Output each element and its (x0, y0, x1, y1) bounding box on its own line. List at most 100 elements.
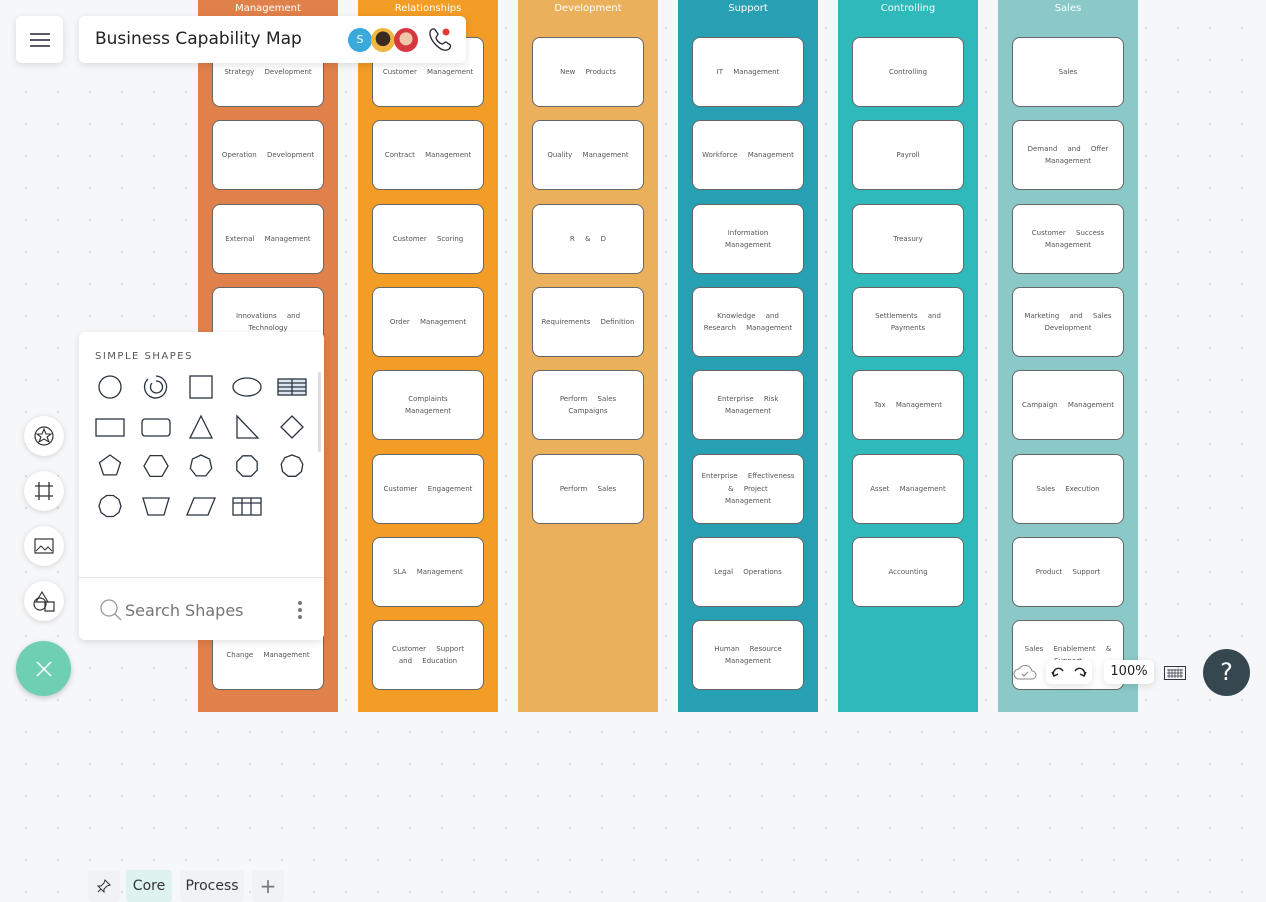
avatar[interactable] (371, 28, 395, 52)
shape-heptagon[interactable] (186, 451, 216, 481)
capability-card[interactable]: Contract Management (372, 120, 484, 190)
tab-process[interactable]: Process (180, 870, 244, 902)
shape-diamond[interactable] (277, 412, 307, 442)
tab-core[interactable]: Core (126, 870, 172, 902)
undo-icon[interactable] (1051, 665, 1065, 679)
shape-nonagon[interactable] (277, 451, 307, 481)
capability-card[interactable]: Customer Engagement (372, 454, 484, 524)
capability-card[interactable]: Marketing and Sales Development (1012, 287, 1124, 357)
pin-button[interactable] (88, 870, 120, 902)
column-title: Development (554, 3, 622, 14)
shapes-panel: SIMPLE SHAPES Core Process + (79, 332, 324, 902)
capability-card[interactable]: SLA Management (372, 537, 484, 607)
shape-octagon[interactable] (232, 451, 262, 481)
capability-card[interactable]: Requirements Definition (532, 287, 644, 357)
shape-arc[interactable] (141, 372, 171, 402)
triangle-icon (188, 414, 214, 439)
decagon-icon (98, 494, 122, 517)
capability-card[interactable]: Perform Sales Campaigns (532, 370, 644, 440)
more-options-icon[interactable] (296, 600, 304, 620)
redo-icon[interactable] (1073, 665, 1087, 679)
menu-button[interactable] (16, 16, 63, 63)
shape-decagon[interactable] (95, 491, 125, 521)
nonagon-icon (280, 454, 304, 477)
capability-card[interactable]: Asset Management (852, 454, 964, 524)
zoom-level[interactable]: 100% (1104, 660, 1154, 684)
capability-card[interactable]: Product Support (1012, 537, 1124, 607)
column-controlling: Controlling Controlling Payroll Treasury Set… (838, 0, 978, 712)
capability-card[interactable]: Complaints Management (372, 370, 484, 440)
capability-card[interactable]: Sales Execution (1012, 454, 1124, 524)
capability-card[interactable]: Settlements and Payments (852, 287, 964, 357)
capability-card[interactable]: Customer Scoring (372, 204, 484, 274)
image-icon (34, 538, 54, 554)
shape-ellipse[interactable] (231, 372, 262, 402)
shape-parallelogram[interactable] (186, 491, 216, 521)
keyboard-icon[interactable] (1164, 666, 1186, 680)
close-panel-button[interactable] (16, 641, 71, 696)
document-title[interactable]: Business Capability Map (95, 29, 302, 49)
avatar[interactable] (394, 28, 418, 52)
diamond-icon (280, 414, 304, 439)
capability-card[interactable]: Perform Sales (532, 454, 644, 524)
title-bar: Business Capability Map S (79, 16, 466, 63)
shape-triangle[interactable] (186, 412, 216, 442)
column-title: Controlling (880, 3, 936, 14)
column-title: Sales (1054, 3, 1082, 14)
pentagon-icon (98, 454, 122, 476)
scrollbar[interactable] (318, 372, 321, 452)
capability-card[interactable]: Demand and Offer Management (1012, 120, 1124, 190)
frame-button[interactable] (24, 471, 64, 511)
parallelogram-icon (186, 496, 216, 516)
shape-square[interactable] (186, 372, 216, 402)
shape-trapezoid[interactable] (141, 491, 171, 521)
help-button[interactable]: ? (1203, 649, 1250, 696)
capability-card[interactable]: Campaign Management (1012, 370, 1124, 440)
capability-card[interactable]: Knowledge and Research Management (692, 287, 804, 357)
image-button[interactable] (24, 526, 64, 566)
shapes-button[interactable] (24, 581, 64, 621)
shapes-heading: SIMPLE SHAPES (95, 351, 193, 362)
call-icon[interactable] (427, 26, 453, 52)
shape-hexagon[interactable] (141, 451, 171, 481)
capability-card[interactable]: Tax Management (852, 370, 964, 440)
shape-circle[interactable] (95, 372, 125, 402)
capability-card[interactable]: IT Management (692, 37, 804, 107)
favorites-button[interactable] (24, 416, 64, 456)
capability-card[interactable]: Accounting (852, 537, 964, 607)
add-library-button[interactable]: + (252, 870, 284, 902)
capability-card[interactable]: Order Management (372, 287, 484, 357)
capability-card[interactable]: Enterprise Effectiveness & Project Manag… (692, 454, 804, 524)
capability-card[interactable]: Workforce Management (692, 120, 804, 190)
shape-rounded-rectangle[interactable] (140, 412, 171, 442)
capability-card[interactable]: Enterprise Risk Management (692, 370, 804, 440)
search-shapes-input[interactable] (125, 598, 275, 622)
column-development: Development New Products Quality Managemen… (518, 0, 658, 712)
grid-table-icon (231, 496, 262, 516)
right-triangle-icon (235, 413, 260, 439)
column-sales: Sales Sales Demand and Offer Management Cus… (998, 0, 1138, 712)
shape-table[interactable] (277, 372, 307, 402)
capability-card[interactable]: Treasury (852, 204, 964, 274)
column-title: Relationships (394, 3, 462, 14)
capability-card[interactable]: Customer Support and Education (372, 620, 484, 690)
capability-card[interactable]: Human Resource Management (692, 620, 804, 690)
capability-card[interactable]: Payroll (852, 120, 964, 190)
shape-right-triangle[interactable] (232, 412, 262, 442)
rectangle-icon (95, 417, 125, 437)
capability-card[interactable]: New Products (532, 37, 644, 107)
capability-card[interactable]: R & D (532, 204, 644, 274)
capability-card[interactable]: Quality Management (532, 120, 644, 190)
shape-pentagon[interactable] (95, 451, 125, 481)
capability-card[interactable]: Information Management (692, 204, 804, 274)
capability-card[interactable]: External Management (212, 204, 324, 274)
capability-card[interactable]: Operation Development (212, 120, 324, 190)
shape-grid-table[interactable] (231, 491, 262, 521)
shape-rectangle[interactable] (95, 412, 125, 442)
capability-card[interactable]: Customer Success Management (1012, 204, 1124, 274)
capability-card[interactable]: Sales (1012, 37, 1124, 107)
avatar[interactable]: S (348, 28, 372, 52)
table-icon (277, 378, 307, 396)
capability-card[interactable]: Controlling (852, 37, 964, 107)
capability-card[interactable]: Legal Operations (692, 537, 804, 607)
